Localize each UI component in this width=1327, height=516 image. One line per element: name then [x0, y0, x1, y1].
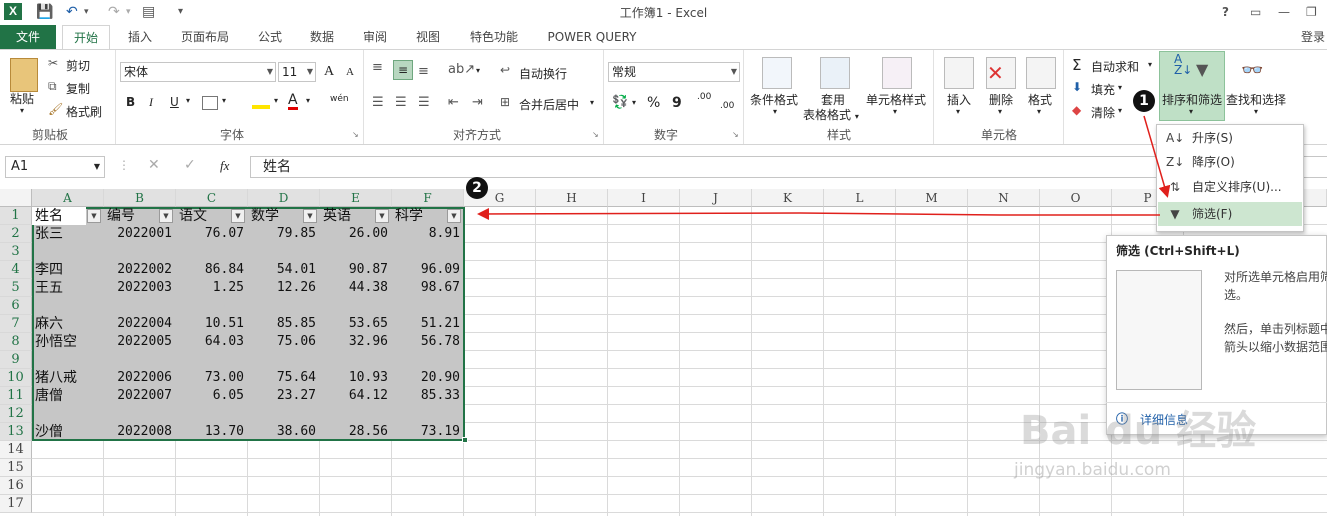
- step-2-badge: 2: [466, 177, 488, 199]
- baidu-watermark-url: jingyan.baidu.com: [1014, 460, 1171, 480]
- arrow-to-filter: [1143, 115, 1171, 198]
- step-1-badge: 1: [1133, 90, 1155, 112]
- arrow-to-headers: [477, 207, 1160, 220]
- baidu-watermark-logo: Bai du 经验: [1020, 408, 1257, 454]
